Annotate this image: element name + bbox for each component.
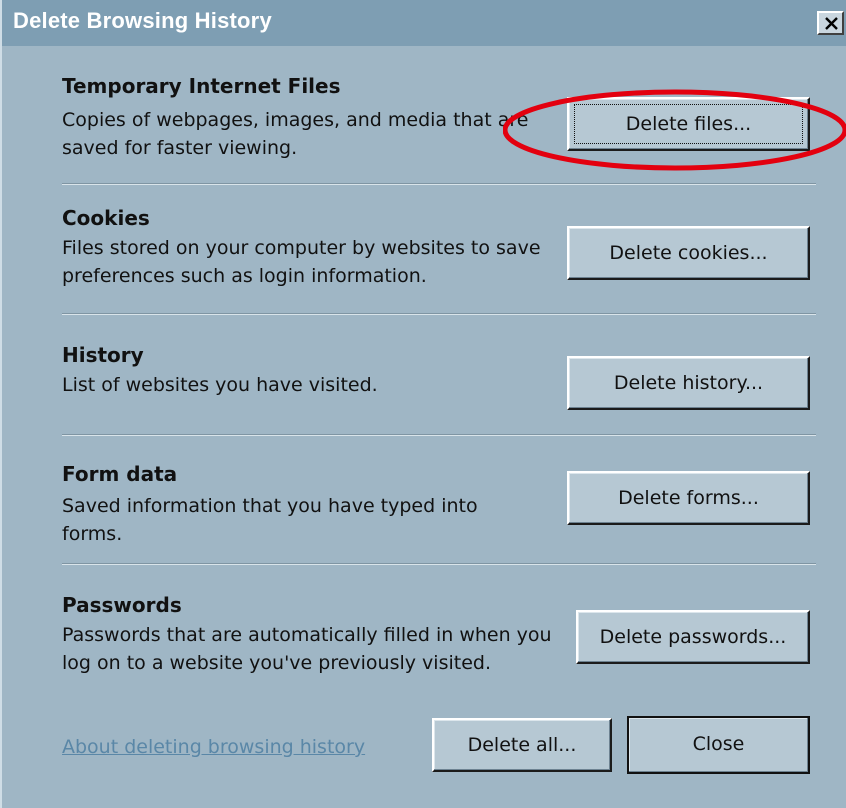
section-description: Files stored on your computer by website… (62, 237, 541, 287)
delete-browsing-history-dialog: Delete Browsing History Temporary Intern… (0, 0, 846, 808)
section-title: Form data (62, 462, 178, 486)
section-divider (62, 434, 816, 436)
highlight-circle-annotation (503, 89, 846, 171)
section-divider (62, 563, 816, 565)
section-description: Passwords that are automatically filled … (62, 624, 552, 674)
close-button[interactable]: Close (627, 716, 810, 774)
section-description: Copies of webpages, images, and media th… (62, 109, 529, 159)
title-bar[interactable]: Delete Browsing History (2, 0, 846, 46)
close-window-button[interactable] (817, 11, 844, 35)
about-deleting-history-link[interactable]: About deleting browsing history (62, 736, 365, 758)
section-title: Cookies (62, 206, 150, 230)
section-description: Saved information that you have typed in… (62, 495, 478, 545)
section-divider (62, 183, 816, 185)
delete-cookies-button[interactable]: Delete cookies... (567, 226, 810, 280)
close-icon (825, 17, 838, 30)
section-title: Passwords (62, 593, 182, 617)
section-title: Temporary Internet Files (62, 74, 341, 98)
delete-passwords-button[interactable]: Delete passwords... (576, 610, 810, 664)
window-title: Delete Browsing History (13, 8, 272, 33)
delete-forms-button[interactable]: Delete forms... (567, 471, 810, 525)
section-divider (62, 313, 816, 315)
delete-all-button[interactable]: Delete all... (432, 718, 612, 772)
section-description: List of websites you have visited. (62, 374, 378, 396)
delete-history-button[interactable]: Delete history... (567, 356, 810, 410)
section-title: History (62, 343, 144, 367)
